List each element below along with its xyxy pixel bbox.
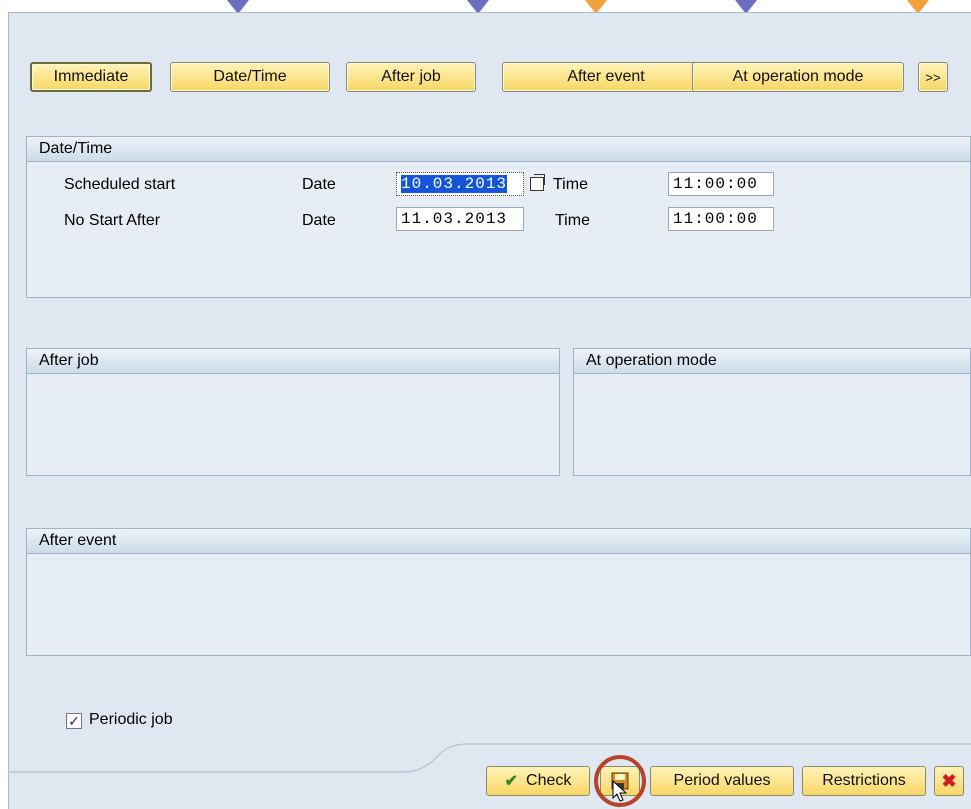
after-job-button[interactable]: After job bbox=[346, 62, 476, 92]
period-values-button[interactable]: Period values bbox=[650, 766, 794, 796]
cancel-button[interactable]: ✖ bbox=[934, 766, 964, 796]
restrictions-label: Restrictions bbox=[822, 772, 906, 789]
after-event-button[interactable]: After event bbox=[502, 62, 710, 92]
restrictions-button[interactable]: Restrictions bbox=[802, 766, 926, 796]
after-event-panel: After event bbox=[26, 528, 971, 656]
no-start-after-date-label: Date bbox=[302, 212, 336, 229]
date-time-button[interactable]: Date/Time bbox=[170, 62, 330, 92]
no-start-after-label: No Start After bbox=[64, 212, 161, 229]
at-operation-mode-button[interactable]: At operation mode bbox=[692, 62, 904, 92]
period-values-label: Period values bbox=[673, 772, 771, 789]
more-options-label: >> bbox=[925, 69, 941, 85]
scheduled-start-date-label: Date bbox=[302, 176, 336, 193]
scheduled-start-date-value: 10.03.2013 bbox=[401, 175, 508, 193]
periodic-job-checkbox[interactable]: ✓ bbox=[66, 713, 82, 729]
at-operation-mode-button-label: At operation mode bbox=[732, 68, 864, 85]
scheduled-start-time-input[interactable]: 11:00:00 bbox=[668, 172, 774, 196]
check-button-label: Check bbox=[526, 772, 572, 789]
no-start-after-time-input[interactable]: 11:00:00 bbox=[668, 207, 774, 231]
immediate-button-label: Immediate bbox=[53, 68, 129, 85]
after-event-button-label: After event bbox=[567, 68, 645, 85]
date-time-button-label: Date/Time bbox=[213, 68, 287, 85]
mouse-cursor-icon bbox=[612, 780, 628, 802]
after-job-button-label: After job bbox=[381, 68, 441, 85]
date-time-panel-title: Date/Time bbox=[27, 137, 970, 162]
no-start-after-date-input[interactable]: 11.03.2013 bbox=[396, 207, 524, 231]
operation-mode-panel: At operation mode bbox=[573, 348, 971, 476]
more-options-button[interactable]: >> bbox=[918, 62, 948, 92]
no-start-after-date-value: 11.03.2013 bbox=[401, 210, 508, 228]
no-start-after-time-value: 11:00:00 bbox=[673, 210, 758, 228]
after-job-panel-title: After job bbox=[27, 349, 559, 374]
checkmark-icon: ✔ bbox=[504, 773, 519, 790]
cancel-icon: ✖ bbox=[941, 770, 957, 791]
scheduled-start-date-input[interactable]: 10.03.2013 bbox=[396, 172, 524, 196]
periodic-job-label: Periodic job bbox=[89, 711, 173, 728]
scheduled-start-label: Scheduled start bbox=[64, 176, 176, 193]
after-job-panel: After job bbox=[26, 348, 560, 476]
scheduled-start-time-value: 11:00:00 bbox=[673, 175, 758, 193]
check-button[interactable]: ✔ Check bbox=[486, 766, 590, 796]
scheduled-start-time-label: Time bbox=[553, 176, 588, 193]
calendar-icon[interactable] bbox=[530, 174, 545, 191]
immediate-button[interactable]: Immediate bbox=[30, 62, 152, 92]
no-start-after-time-label: Time bbox=[555, 212, 590, 229]
operation-mode-panel-title: At operation mode bbox=[574, 349, 970, 374]
after-event-panel-title: After event bbox=[27, 529, 970, 554]
